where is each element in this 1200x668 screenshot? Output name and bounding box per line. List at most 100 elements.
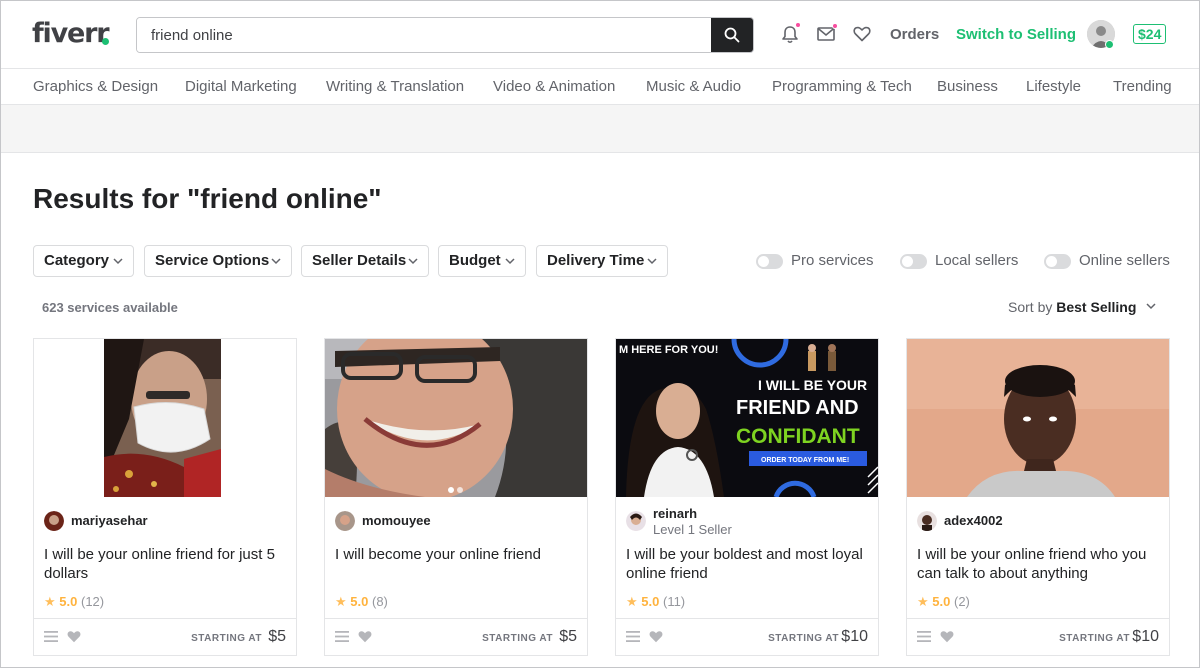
gig-title[interactable]: I will be your online friend who you can… [917,545,1161,583]
category-lifestyle[interactable]: Lifestyle [1026,78,1081,95]
menu-icon[interactable] [44,630,58,643]
chevron-down-icon [505,258,515,265]
seller-name[interactable]: momouyee [362,513,431,528]
gig-card[interactable]: momouyee I will become your online frien… [324,338,588,656]
menu-icon[interactable] [917,630,931,643]
review-count: (8) [371,594,388,609]
filter-budget[interactable]: Budget [438,245,526,277]
gig-card-footer: STARTING AT $5 [34,618,296,656]
star-icon: ★ [917,594,929,609]
gig-price[interactable]: $10 [841,628,868,646]
heart-icon[interactable] [940,630,954,643]
gig-card[interactable]: M HERE FOR YOU! I WILL BE YOUR FRIEND AN… [615,338,879,656]
search-input[interactable] [137,18,713,52]
toggle-switch[interactable] [756,254,783,269]
category-video-animation[interactable]: Video & Animation [493,78,615,95]
balance-badge[interactable]: $24 [1133,24,1167,44]
gig-rating: ★ 5.0 (2) [917,594,970,610]
search-button[interactable] [711,18,753,52]
starting-at-label: STARTING AT [768,633,839,644]
review-count: (11) [662,594,686,609]
carousel-dots[interactable] [446,480,464,497]
seller-avatar[interactable] [917,511,937,531]
favorites-button[interactable] [851,23,873,45]
category-music-audio[interactable]: Music & Audio [646,78,741,95]
notifications-button[interactable] [779,22,801,45]
seller-name[interactable]: reinarh [653,506,697,521]
sort-value: Best Selling [1056,299,1137,315]
top-header: fiverr Orders Switch to Selling $24 [1,1,1199,69]
thumb-text-line2: I WILL BE YOUR [758,377,867,393]
thumb-text-line4: CONFIDANT [736,425,860,448]
heart-icon[interactable] [649,630,663,643]
filter-label: Category [44,252,110,269]
gig-title[interactable]: I will be your boldest and most loyal on… [626,545,870,583]
seller-name[interactable]: mariyasehar [71,513,148,528]
search-bar [136,17,754,53]
gig-price[interactable]: $5 [268,628,286,646]
heart-icon[interactable] [67,630,81,643]
gig-thumbnail[interactable] [907,339,1169,497]
star-icon: ★ [44,594,56,609]
gig-card-footer: STARTING AT $10 [907,618,1169,656]
menu-icon[interactable] [335,630,349,643]
toggle-local-sellers[interactable]: Local sellers [900,252,1020,270]
seller-avatar[interactable] [44,511,64,531]
thumb-cta: ORDER TODAY FROM ME! [761,457,849,464]
seller-avatar[interactable] [335,511,355,531]
category-trending[interactable]: Trending [1113,78,1172,95]
gig-thumbnail[interactable]: M HERE FOR YOU! I WILL BE YOUR FRIEND AN… [616,339,878,497]
gig-thumbnail[interactable] [34,339,296,497]
gig-actions [917,630,954,648]
fiverr-logo[interactable]: fiverr [32,18,110,49]
gig-title[interactable]: I will become your online friend [335,545,579,564]
gig-thumbnail[interactable] [325,339,587,497]
gig-card[interactable]: mariyasehar I will be your online friend… [33,338,297,656]
gig-rating: ★ 5.0 (8) [335,594,388,610]
filter-label: Delivery Time [547,252,645,269]
rating-value: 5.0 [932,594,951,609]
gig-price[interactable]: $5 [559,628,577,646]
messages-button[interactable] [815,23,838,45]
category-digital-marketing[interactable]: Digital Marketing [185,78,297,95]
menu-icon[interactable] [626,630,640,643]
services-count: 623 services available [42,300,178,315]
filter-seller-details[interactable]: Seller Details [301,245,429,277]
chevron-down-icon [647,258,657,265]
category-writing-translation[interactable]: Writing & Translation [326,78,464,95]
filter-category[interactable]: Category [33,245,134,277]
orders-link[interactable]: Orders [890,26,939,43]
gig-rating: ★ 5.0 (11) [626,594,685,610]
starting-at-label: STARTING AT [482,633,553,644]
seller-avatar[interactable] [626,511,646,531]
gig-actions [44,630,81,648]
thumb-text-line3: FRIEND AND [736,397,859,419]
sort-dropdown[interactable]: Sort by Best Selling [1008,299,1136,315]
toggle-online-sellers[interactable]: Online sellers [1044,252,1172,270]
seller-name[interactable]: adex4002 [944,513,1003,528]
toggle-label: Local sellers [935,252,1019,269]
review-count: (12) [80,594,105,609]
filter-service-options[interactable]: Service Options [144,245,292,277]
gig-title[interactable]: I will be your online friend for just 5 … [44,545,288,583]
gig-card[interactable]: adex4002 I will be your online friend wh… [906,338,1170,656]
switch-to-selling-link[interactable]: Switch to Selling [956,26,1076,43]
category-programming-tech[interactable]: Programming & Tech [772,78,912,95]
category-business[interactable]: Business [937,78,998,95]
toggle-switch[interactable] [900,254,927,269]
search-icon [724,27,740,43]
chevron-down-icon [113,258,123,265]
heart-icon[interactable] [358,630,372,643]
toggle-label: Pro services [791,252,874,269]
filter-delivery-time[interactable]: Delivery Time [536,245,668,277]
toggle-label: Online sellers [1079,252,1170,269]
chevron-down-icon[interactable] [1146,302,1156,310]
heart-icon [853,26,871,42]
gig-price[interactable]: $10 [1132,628,1159,646]
gig-card-footer: STARTING AT $5 [325,618,587,656]
toggle-pro-services[interactable]: Pro services [756,252,876,270]
starting-at-label: STARTING AT [191,633,262,644]
category-graphics-design[interactable]: Graphics & Design [33,78,158,95]
starting-at-label: STARTING AT [1059,633,1130,644]
toggle-switch[interactable] [1044,254,1071,269]
